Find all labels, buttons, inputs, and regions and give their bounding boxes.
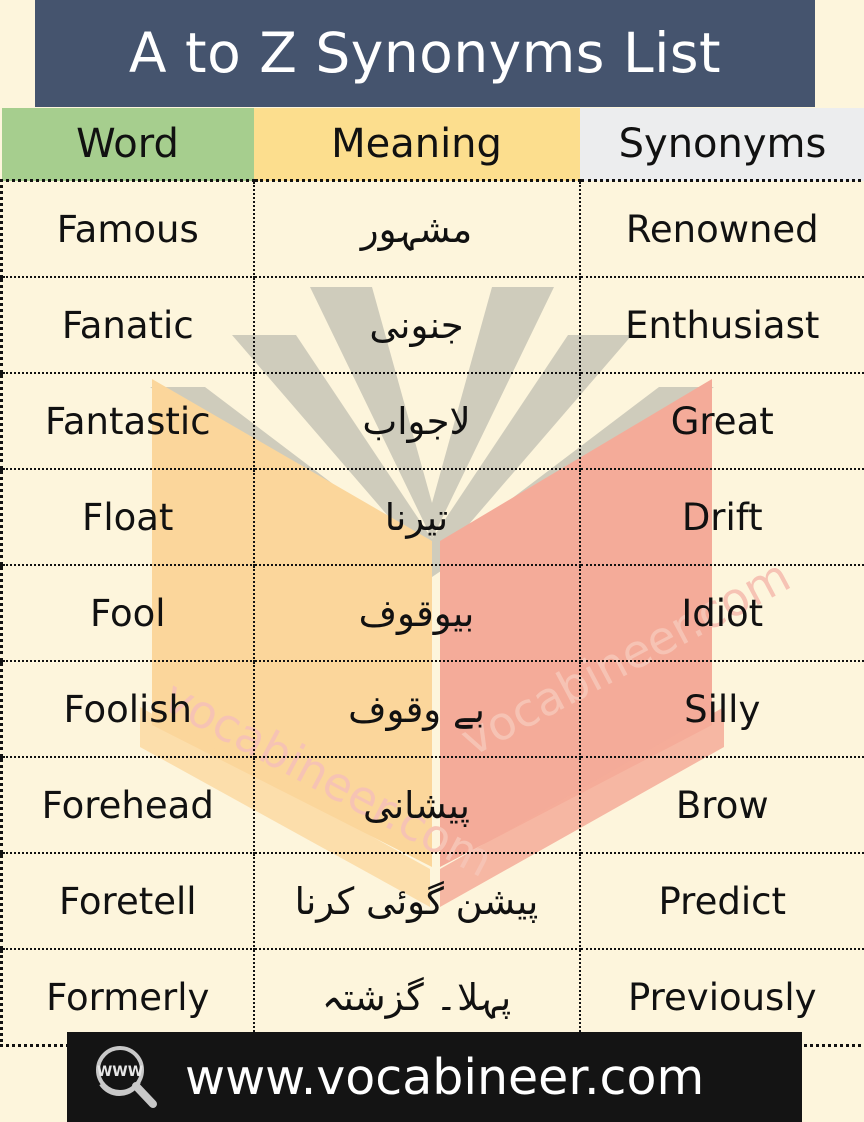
cell-synonym: Drift (578, 468, 864, 566)
cell-meaning: تیرنا (252, 468, 581, 566)
footer-url[interactable]: www.vocabineer.com (185, 1053, 704, 1102)
cell-meaning: لاجواب (252, 372, 581, 470)
table-header-row: Word Meaning Synonyms (1, 108, 864, 181)
column-header-synonyms: Synonyms (579, 108, 864, 181)
table-row: Foolish بے وقوف Silly (0, 660, 864, 758)
cell-word: Fanatic (0, 276, 255, 374)
cell-word: Fool (0, 564, 255, 662)
poster-canvas: A to Z Synonyms List vocabineer.com voca… (0, 0, 864, 1122)
cell-meaning: بیوقوف (252, 564, 581, 662)
svg-text:WWW: WWW (97, 1064, 143, 1080)
table-row: Fool بیوقوف Idiot (0, 564, 864, 662)
cell-word: Famous (0, 179, 255, 278)
table-row: Forehead پیشانی Brow (0, 756, 864, 854)
table-row: Fantastic لاجواب Great (0, 372, 864, 470)
cell-synonym: Idiot (578, 564, 864, 662)
table-body: Famous مشہور Renowned Fanatic جنونی Enth… (0, 179, 864, 1047)
cell-synonym: Predict (578, 852, 864, 950)
cell-word: Fantastic (0, 372, 255, 470)
table-row: Float تیرنا Drift (0, 468, 864, 566)
page-title: A to Z Synonyms List (128, 21, 722, 85)
www-magnifier-icon: WWW (89, 1042, 163, 1112)
cell-meaning: پیشانی (252, 756, 581, 854)
column-header-word: Word (1, 108, 254, 181)
cell-meaning: بے وقوف (252, 660, 581, 758)
cell-word: Foretell (0, 852, 255, 950)
cell-synonym: Silly (578, 660, 864, 758)
cell-meaning: جنونی (252, 276, 581, 374)
column-header-meaning: Meaning (253, 108, 580, 181)
cell-meaning: پیشن گوئی کرنا (252, 852, 581, 950)
page-title-banner: A to Z Synonyms List (35, 0, 815, 107)
cell-meaning: مشہور (252, 179, 581, 278)
synonyms-table-wrap: Word Meaning Synonyms Famous مشہور Renow… (0, 108, 864, 1047)
footer-bar: WWW www.vocabineer.com (67, 1032, 802, 1122)
synonyms-table: Word Meaning Synonyms Famous مشہور Renow… (0, 108, 864, 1047)
cell-synonym: Brow (578, 756, 864, 854)
cell-word: Forehead (0, 756, 255, 854)
table-row: Fanatic جنونی Enthusiast (0, 276, 864, 374)
cell-synonym: Great (578, 372, 864, 470)
cell-synonym: Enthusiast (578, 276, 864, 374)
cell-word: Foolish (0, 660, 255, 758)
table-row: Famous مشہور Renowned (0, 179, 864, 278)
cell-synonym: Renowned (578, 179, 864, 278)
table-row: Foretell پیشن گوئی کرنا Predict (0, 852, 864, 950)
cell-word: Float (0, 468, 255, 566)
